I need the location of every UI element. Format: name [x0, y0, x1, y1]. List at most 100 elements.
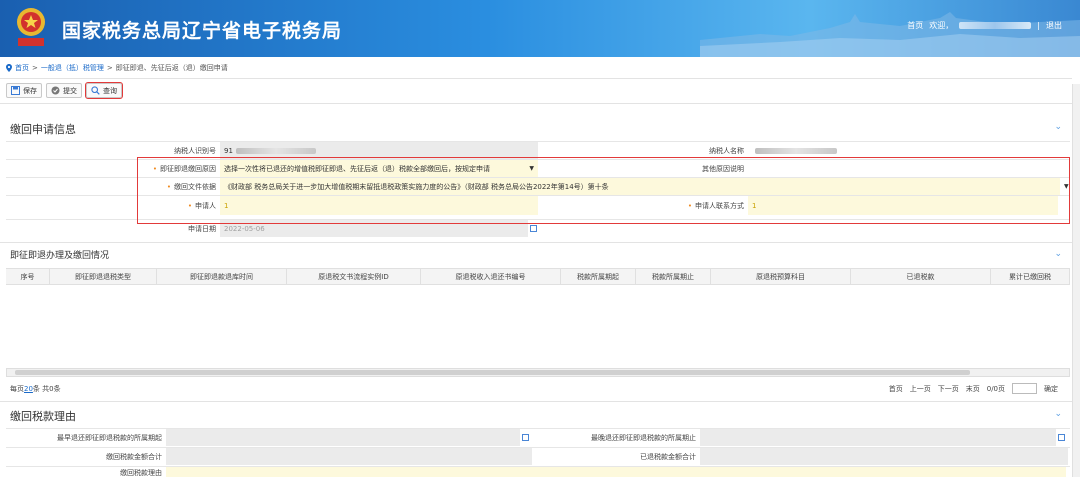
col-header[interactable]: 即征即退款退库时间: [157, 269, 287, 284]
last-page-button[interactable]: 末页: [966, 384, 980, 394]
col-header[interactable]: 即征即退退税类型: [50, 269, 157, 284]
return-reason-label: 缴回税款理由: [120, 469, 162, 477]
breadcrumb: 首页 > 一般退（抵）税管理 > 即征即退、先征后返（退）缴回申请: [6, 63, 228, 73]
collapse-chevron-icon[interactable]: ⌄: [1054, 249, 1062, 259]
save-icon: [11, 86, 20, 95]
redacted-text: [235, 147, 316, 154]
applicant-input[interactable]: 1: [220, 196, 538, 215]
scrollbar-thumb[interactable]: [15, 370, 970, 375]
form-row-reason: • 即征即退缴回原因 选择一次性将已退还的增值税即征即退、先征后返（退）税款全部缴…: [6, 159, 1070, 177]
toolbar: 保存 提交 查询: [6, 82, 123, 99]
prev-page-button[interactable]: 上一页: [910, 384, 931, 394]
location-pin-icon: [6, 64, 12, 72]
breadcrumb-level1[interactable]: 一般退（抵）税管理: [41, 63, 104, 73]
col-header[interactable]: 累计已缴回税: [991, 269, 1070, 284]
other-reason-label: 其他原因说明: [702, 164, 744, 173]
next-page-button[interactable]: 下一页: [938, 384, 959, 394]
taxpayer-id-value: 91: [224, 146, 233, 155]
first-page-button[interactable]: 首页: [889, 384, 903, 394]
calendar-icon[interactable]: [1058, 434, 1065, 441]
query-label: 查询: [103, 86, 117, 95]
submit-button[interactable]: 提交: [46, 83, 82, 98]
calendar-icon[interactable]: [530, 225, 537, 232]
date-label: 申请日期: [188, 224, 216, 233]
refunded-total-label: 已退税款金额合计: [640, 452, 696, 461]
col-header[interactable]: 税款所属期起: [561, 269, 636, 284]
logout-link[interactable]: 退出: [1046, 20, 1062, 31]
refunded-total-field: [700, 448, 1068, 465]
breadcrumb-sep: >: [106, 64, 113, 72]
reason-select[interactable]: 选择一次性将已退还的增值税即征即退、先征后返（退）税款全部缴回后，按规定申请 ▼: [220, 160, 538, 177]
col-header[interactable]: 序号: [6, 269, 50, 284]
latest-period-field: [700, 429, 1056, 446]
welcome-text: 欢迎，: [929, 21, 954, 30]
breadcrumb-current: 即征即退、先征后返（退）缴回申请: [115, 64, 228, 72]
pager-prefix: 每页: [10, 385, 24, 393]
contact-input[interactable]: 1: [748, 196, 1058, 215]
return-total-label: 缴回税款金额合计: [106, 452, 162, 461]
divider: [0, 242, 1072, 243]
contact-value: 1: [752, 201, 757, 210]
divider: [0, 78, 1072, 79]
form-row-date: 申请日期 2022-05-06: [6, 219, 1070, 237]
col-header[interactable]: 原退税文书流程实例ID: [287, 269, 421, 284]
form-row-applicant: • 申请人 1 • 申请人联系方式 1: [6, 195, 1070, 215]
col-header[interactable]: 已退税款: [851, 269, 991, 284]
form-row-taxpayer: 纳税人识别号 91 纳税人名称: [6, 141, 1070, 159]
dropdown-arrow-icon[interactable]: ▼: [1060, 178, 1070, 195]
divider: [0, 401, 1072, 402]
home-link[interactable]: 首页: [907, 20, 923, 31]
form-row-reason-text: 缴回税款理由: [6, 466, 1070, 477]
breadcrumb-sep: >: [32, 64, 38, 72]
col-header[interactable]: 税款所属期止: [636, 269, 711, 284]
breadcrumb-home[interactable]: 首页: [15, 63, 29, 73]
calendar-icon[interactable]: [522, 434, 529, 441]
taxpayer-name-label: 纳税人名称: [709, 146, 744, 155]
query-button[interactable]: 查询: [85, 82, 123, 99]
collapse-chevron-icon[interactable]: ⌄: [1054, 409, 1062, 419]
taxpayer-id-label: 纳税人识别号: [174, 146, 216, 155]
top-banner: 国家税务总局辽宁省电子税务局 首页 欢迎， | 退出: [0, 0, 1080, 57]
redacted-text: [755, 147, 837, 154]
doc-basis-select[interactable]: 《财政部 税务总局关于进一步加大增值税期末留抵退税政策实施力度的公告》（财政部 …: [220, 178, 1060, 195]
form-row-totals: 缴回税款金额合计 已退税款金额合计: [6, 447, 1070, 465]
page-number-input[interactable]: [1012, 383, 1037, 394]
doc-basis-label: • 缴回文件依据: [166, 182, 216, 191]
return-reason-input[interactable]: [166, 467, 1066, 477]
doc-basis-value: 《财政部 税务总局关于进一步加大增值税期末留抵退税政策实施力度的公告》（财政部 …: [224, 182, 609, 191]
collapse-chevron-icon[interactable]: ⌄: [1054, 122, 1062, 132]
taxpayer-name-field: [748, 142, 1070, 159]
check-circle-icon: [51, 86, 60, 95]
save-label: 保存: [23, 86, 37, 95]
applicant-value: 1: [224, 201, 229, 210]
search-icon: [91, 86, 100, 95]
reason-value: 选择一次性将已退还的增值税即征即退、先征后返（退）税款全部缴回后，按规定申请: [224, 164, 490, 173]
applicant-label: • 申请人: [187, 201, 216, 210]
save-button[interactable]: 保存: [6, 83, 42, 98]
confirm-page-button[interactable]: 确定: [1044, 384, 1058, 394]
submit-label: 提交: [63, 86, 77, 95]
other-reason-field[interactable]: [748, 160, 1070, 177]
vertical-scrollbar[interactable]: [1072, 84, 1080, 477]
grid-header: 序号 即征即退退税类型 即征即退款退库时间 原退税文书流程实例ID 原退税收入退…: [6, 268, 1070, 285]
contact-label: • 申请人联系方式: [687, 201, 744, 210]
dropdown-arrow-icon[interactable]: ▼: [529, 165, 534, 172]
page-size-link[interactable]: 20: [24, 385, 33, 393]
pager-size: 每页20条 共0条: [10, 384, 61, 394]
pager-count: 条 共0条: [32, 385, 61, 393]
date-field: 2022-05-06: [220, 220, 528, 237]
form-row-doc-basis: • 缴回文件依据 《财政部 税务总局关于进一步加大增值税期末留抵退税政策实施力度的…: [6, 177, 1070, 195]
user-nav: 首页 欢迎， | 退出: [907, 20, 1062, 31]
taxpayer-id-field: 91: [220, 142, 538, 159]
nav-separator: |: [1037, 21, 1040, 30]
username-redacted: [959, 22, 1032, 29]
latest-period-label: 最晚退还即征即退税款的所属期止: [591, 433, 696, 442]
return-total-field: [166, 448, 532, 465]
col-header[interactable]: 原退税预算科目: [711, 269, 851, 284]
earliest-period-field: [166, 429, 520, 446]
col-header[interactable]: 原退税收入退还书编号: [421, 269, 561, 284]
page-info: 0/0页: [986, 384, 1005, 393]
reason-label: • 即征即退缴回原因: [152, 164, 216, 173]
horizontal-scrollbar[interactable]: [6, 368, 1070, 377]
site-title: 国家税务总局辽宁省电子税务局: [62, 20, 343, 42]
